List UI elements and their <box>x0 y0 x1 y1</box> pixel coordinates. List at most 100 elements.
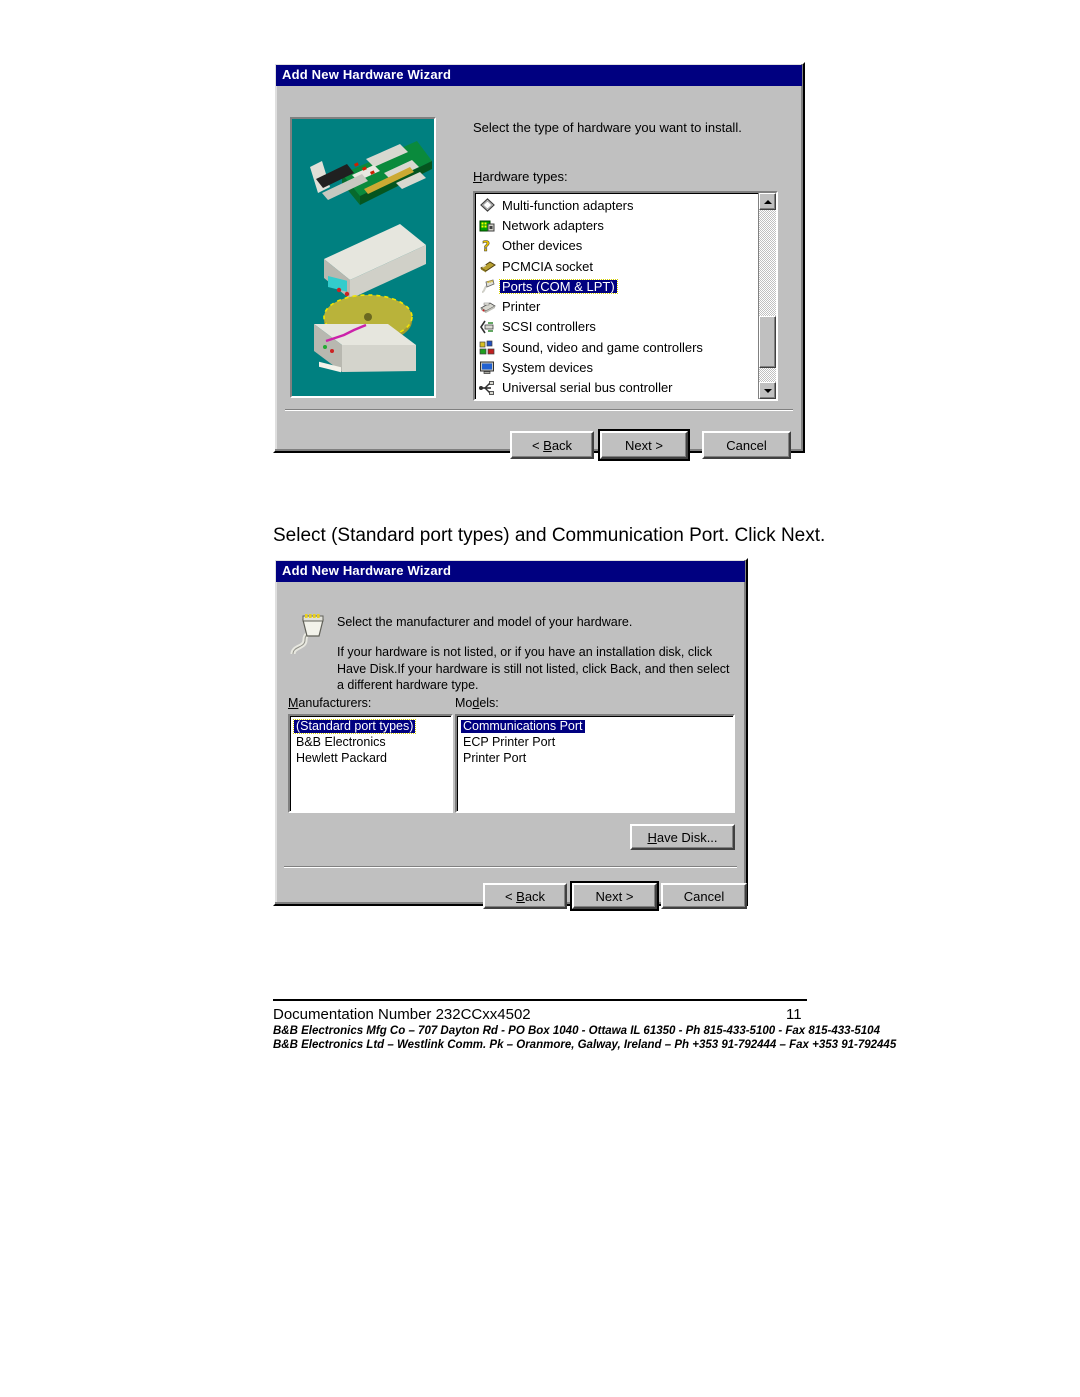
diamond-adapter-icon <box>479 197 496 213</box>
footer-page-number: 11 <box>786 1006 802 1023</box>
hardware-types-scrollbar[interactable] <box>758 193 776 400</box>
list-item-label: Multi-function adapters <box>502 197 634 213</box>
hardware-types-label: Hardware types: <box>473 169 568 184</box>
list-item-label: System devices <box>502 360 594 375</box>
back-button-label: < Back <box>504 888 546 904</box>
cancel-button-label: Cancel <box>726 437 767 453</box>
footer-address-line-2: B&B Electronics Ltd – Westlink Comm. Pk … <box>273 1039 897 1051</box>
list-item-selected[interactable]: (Standard port types) <box>292 718 451 734</box>
list-item[interactable]: Multi-function adapters <box>477 195 757 215</box>
cancel-button-label: Cancel <box>683 888 725 904</box>
next-button-label: Next > <box>625 437 663 453</box>
add-new-hardware-wizard-dialog-2: Add New Hardware Wizard Select the manuf… <box>273 558 748 912</box>
printer-icon <box>479 299 496 315</box>
hardware-devices-illustration <box>292 119 434 397</box>
list-item[interactable]: ? Other devices <box>477 236 757 256</box>
sound-video-icon <box>479 340 496 356</box>
computer-icon <box>479 360 496 376</box>
scroll-up-arrow-icon <box>763 199 772 204</box>
manufacturers-listbox[interactable]: (Standard port types) B&B Electronics He… <box>288 714 453 814</box>
dialog2-body: Select the manufacturer and model of you… <box>275 583 747 927</box>
usb-icon <box>479 380 496 396</box>
list-item-label: (Standard port types) <box>292 718 417 734</box>
list-item[interactable]: Printer <box>477 297 757 317</box>
list-item[interactable]: Sound, video and game controllers <box>477 337 757 357</box>
have-disk-button-label: Have Disk... <box>647 829 718 845</box>
list-item-label: Communications Port <box>461 718 585 733</box>
hardware-types-listbox[interactable]: Multi-function adapters Network adapters… <box>473 191 778 402</box>
back-button[interactable]: < Back <box>510 431 594 460</box>
list-item-label: PCMCIA socket <box>502 258 594 274</box>
list-item-label: Printer <box>502 299 541 315</box>
scroll-down-arrow-icon <box>763 388 772 393</box>
scroll-up-button[interactable] <box>759 193 776 211</box>
manufacturers-label-accel: M <box>288 696 299 711</box>
page-caption: Select (Standard port types) and Communi… <box>273 525 826 546</box>
list-item[interactable]: SCSI controllers <box>477 317 757 337</box>
models-list[interactable]: Communications Port ECP Printer Port Pri… <box>457 716 733 811</box>
dialog1-separator <box>285 409 793 412</box>
manufacturers-label: Manufacturers: <box>288 696 371 710</box>
list-item[interactable]: Network adapters <box>477 216 757 236</box>
list-item[interactable]: Hewlett Packard <box>292 750 451 766</box>
models-label-text-a: Mo <box>455 696 473 711</box>
list-item-label: Ports (COM & LPT) <box>499 278 618 295</box>
list-item-label: SCSI controllers <box>502 319 596 335</box>
cancel-button[interactable]: Cancel <box>702 431 791 460</box>
scrollbar-thumb[interactable] <box>759 316 776 369</box>
hardware-types-label-text: ardware types: <box>482 169 568 185</box>
dialog2-help-text: If your hardware is not listed, or if yo… <box>337 645 730 693</box>
hardware-illustration-panel <box>290 117 436 399</box>
plug-connector-icon <box>285 610 327 663</box>
models-listbox[interactable]: Communications Port ECP Printer Port Pri… <box>455 714 735 814</box>
next-button[interactable]: Next > <box>570 881 659 912</box>
dialog1-prompt: Select the type of hardware you want to … <box>473 120 742 136</box>
list-item-label: Network adapters <box>502 217 604 233</box>
dialog1-body: Select the type of hardware you want to … <box>275 87 803 474</box>
manufacturers-list[interactable]: (Standard port types) B&B Electronics He… <box>290 716 451 811</box>
scsi-controller-icon <box>479 319 496 335</box>
dialog2-prompt: Select the manufacturer and model of you… <box>337 615 633 630</box>
svg-text:?: ? <box>482 239 490 254</box>
dialog1-title: Add New Hardware Wizard <box>282 67 452 82</box>
port-connector-icon <box>479 279 496 295</box>
cancel-button[interactable]: Cancel <box>661 883 747 910</box>
pcmcia-card-icon <box>479 258 496 274</box>
have-disk-button[interactable]: Have Disk... <box>630 824 735 851</box>
add-new-hardware-wizard-dialog-1: Add New Hardware Wizard Select the type … <box>273 62 805 462</box>
list-item-label: Printer Port <box>463 750 527 765</box>
back-button[interactable]: < Back <box>483 883 567 910</box>
footer-divider <box>273 999 807 1001</box>
list-item-label: Sound, video and game controllers <box>502 339 703 355</box>
models-label-text-b: els: <box>479 696 499 711</box>
hardware-types-label-accel: H <box>473 169 483 185</box>
list-item-label: Other devices <box>502 238 583 254</box>
question-mark-icon: ? <box>479 238 496 256</box>
list-item-label: Universal serial bus controller <box>502 380 673 396</box>
list-item-selected[interactable]: Ports (COM & LPT) <box>477 276 757 296</box>
models-label: Models: <box>455 696 499 710</box>
footer-address-line-1: B&B Electronics Mfg Co – 707 Dayton Rd -… <box>273 1025 880 1037</box>
dialog2-separator <box>284 866 737 869</box>
hardware-types-list[interactable]: Multi-function adapters Network adapters… <box>475 193 757 399</box>
list-item[interactable]: Universal serial bus controller <box>477 378 757 398</box>
dialog1-titlebar: Add New Hardware Wizard <box>276 65 802 87</box>
scroll-down-button[interactable] <box>759 382 776 400</box>
list-item-label: ECP Printer Port <box>463 734 556 749</box>
next-button-label: Next > <box>595 888 634 904</box>
dialog2-titlebar: Add New Hardware Wizard <box>276 561 745 583</box>
footer-doc-number: Documentation Number 232CCxx4502 <box>273 1006 531 1023</box>
back-button-label: < Back <box>531 437 573 453</box>
list-item-selected[interactable]: Communications Port <box>459 718 733 734</box>
list-item[interactable]: ECP Printer Port <box>459 734 733 750</box>
network-card-icon <box>479 218 496 234</box>
list-item[interactable]: PCMCIA socket <box>477 256 757 276</box>
next-button[interactable]: Next > <box>598 429 690 462</box>
list-item[interactable]: B&B Electronics <box>292 734 451 750</box>
list-item[interactable]: System devices <box>477 358 757 378</box>
list-item[interactable]: Printer Port <box>459 750 733 766</box>
manufacturers-label-text: anufacturers: <box>298 696 372 711</box>
dialog2-title: Add New Hardware Wizard <box>282 563 452 578</box>
list-item-label: B&B Electronics <box>296 734 386 749</box>
list-item-label: Hewlett Packard <box>296 750 388 765</box>
